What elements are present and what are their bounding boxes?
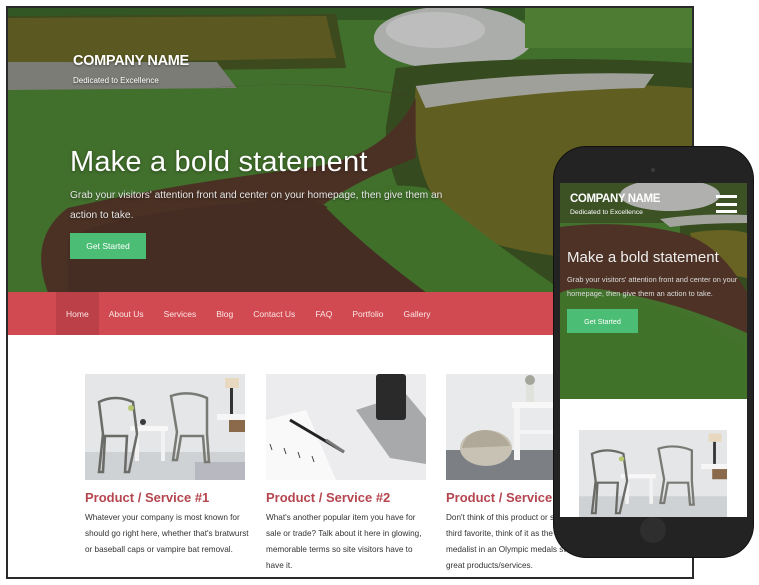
get-started-button[interactable]: Get Started (70, 233, 146, 259)
nav-item-home[interactable]: Home (56, 292, 99, 335)
nav-item-gallery[interactable]: Gallery (394, 292, 441, 335)
nav-item-blog[interactable]: Blog (206, 292, 243, 335)
mobile-hero-headline: Make a bold statement (567, 249, 719, 266)
mobile-product-image-chairs (579, 430, 727, 517)
product-title[interactable]: Product / Service #2 (266, 490, 426, 505)
company-name: COMPANY NAME (73, 53, 189, 69)
product-image-tablet (266, 374, 426, 480)
mobile-screen: COMPANY NAME Dedicated to Excellence Mak… (560, 183, 747, 517)
mobile-hero-subline: Grab your visitors' attention front and … (567, 275, 738, 298)
nav-item-services[interactable]: Services (154, 292, 207, 335)
nav-item-contact-us[interactable]: Contact Us (243, 292, 305, 335)
product-description: What's another popular item you have for… (266, 513, 422, 570)
mobile-get-started-button[interactable]: Get Started (567, 309, 638, 333)
mobile-hero-section: COMPANY NAME Dedicated to Excellence Mak… (560, 183, 747, 399)
nav-item-about-us[interactable]: About Us (99, 292, 154, 335)
phone-camera-icon (651, 168, 655, 172)
mobile-company-name: COMPANY NAME (570, 193, 660, 205)
hamburger-menu-icon[interactable] (716, 195, 737, 213)
hero-headline: Make a bold statement (70, 146, 368, 178)
mobile-phone-mockup: COMPANY NAME Dedicated to Excellence Mak… (554, 147, 753, 557)
product-card: Product / Service #2 What's another popu… (266, 374, 426, 574)
nav-item-faq[interactable]: FAQ (305, 292, 342, 335)
product-image-chairs (85, 374, 245, 480)
product-description: Whatever your company is most known for … (85, 513, 249, 554)
mobile-site-brand[interactable]: COMPANY NAME Dedicated to Excellence (570, 193, 660, 216)
phone-home-button[interactable] (640, 517, 666, 543)
company-tagline: Dedicated to Excellence (73, 76, 159, 85)
hero-subline: Grab your visitors' attention front and … (70, 190, 443, 221)
product-title[interactable]: Product / Service #1 (85, 490, 245, 505)
mobile-company-tagline: Dedicated to Excellence (570, 209, 643, 216)
site-brand[interactable]: COMPANY NAME Dedicated to Excellence (73, 53, 189, 85)
product-card: Product / Service #1 Whatever your compa… (85, 374, 249, 558)
nav-item-portfolio[interactable]: Portfolio (342, 292, 393, 335)
